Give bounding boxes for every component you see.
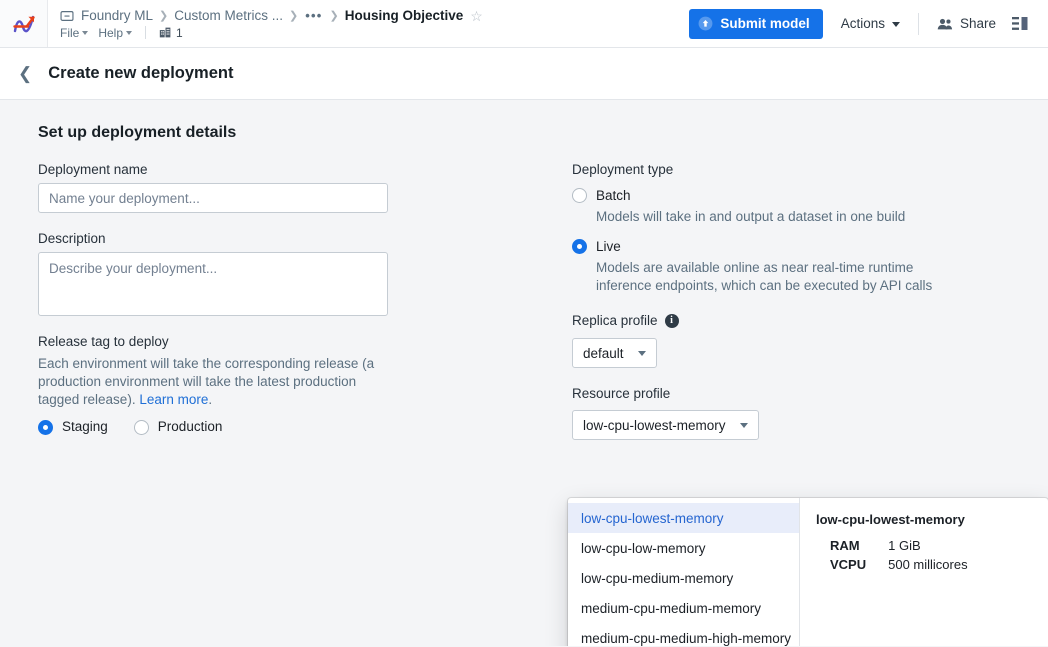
actions-button[interactable]: Actions bbox=[831, 9, 910, 39]
panel-toggle-icon bbox=[1012, 17, 1028, 30]
form-columns: Deployment name Description Release tag … bbox=[0, 162, 1048, 440]
radio-staging-indicator[interactable] bbox=[38, 420, 53, 435]
description-label: Description bbox=[38, 231, 106, 246]
release-helper-text-2: . bbox=[208, 392, 213, 407]
submit-model-button[interactable]: Submit model bbox=[689, 8, 823, 39]
resource-option-3[interactable]: medium-cpu-medium-memory bbox=[568, 593, 799, 623]
deployment-name-input[interactable] bbox=[38, 183, 388, 213]
resource-profile-label: Resource profile bbox=[572, 386, 671, 401]
menu-bar: File Help 1 bbox=[60, 26, 689, 40]
menu-file[interactable]: File bbox=[60, 25, 89, 40]
breadcrumb-separator: ❯ bbox=[159, 9, 169, 22]
learn-more-link[interactable]: Learn more bbox=[139, 392, 208, 407]
info-icon[interactable]: i bbox=[664, 313, 679, 328]
resource-detail-key-vcpu: VCPU bbox=[830, 557, 867, 572]
resource-profile-option-list: low-cpu-lowest-memory low-cpu-low-memory… bbox=[568, 498, 800, 646]
breadcrumb-separator: ❯ bbox=[289, 9, 299, 22]
resource-detail-key-ram: RAM bbox=[830, 538, 860, 553]
chevron-down-icon bbox=[637, 350, 646, 356]
menu-help[interactable]: Help bbox=[98, 25, 133, 40]
resource-option-1[interactable]: low-cpu-low-memory bbox=[568, 533, 799, 563]
branch-indicator[interactable]: 1 bbox=[159, 26, 183, 40]
deployment-type-live[interactable]: Live Models are available online as near… bbox=[572, 238, 1020, 295]
section-title: Set up deployment details bbox=[38, 124, 237, 141]
resource-option-0[interactable]: low-cpu-lowest-memory bbox=[568, 503, 799, 533]
table-row: RAM 1 GiB bbox=[816, 536, 968, 555]
replica-profile-select[interactable]: default bbox=[572, 338, 657, 368]
branch-icon bbox=[159, 27, 171, 38]
people-icon bbox=[937, 18, 953, 29]
page-title: Create new deployment bbox=[48, 64, 234, 82]
folder-icon bbox=[60, 9, 74, 23]
foundry-ml-logo-icon bbox=[12, 15, 35, 32]
radio-production-indicator[interactable] bbox=[133, 420, 149, 435]
breadcrumb-item-0[interactable]: Foundry ML bbox=[81, 8, 153, 24]
form-right-column: Deployment type Batch Models will take i… bbox=[560, 162, 1020, 440]
replica-profile-label-row: Replica profile i bbox=[572, 313, 1020, 328]
actions-divider bbox=[917, 12, 919, 35]
resource-profile-value: low-cpu-lowest-memory bbox=[583, 417, 726, 433]
page-subheader: ❮ Create new deployment bbox=[0, 48, 1048, 100]
deployment-name-label: Deployment name bbox=[38, 162, 148, 177]
resource-detail-title: low-cpu-lowest-memory bbox=[816, 512, 965, 527]
resource-profile-detail-panel: low-cpu-lowest-memory RAM 1 GiB VCPU 500… bbox=[800, 498, 1048, 646]
deployment-type-batch-desc: Models will take in and output a dataset… bbox=[596, 209, 906, 224]
breadcrumb-item-1[interactable]: Custom Metrics ... bbox=[174, 8, 283, 24]
chevron-down-icon bbox=[126, 31, 133, 35]
top-bar-actions: Submit model Actions Share bbox=[689, 0, 1048, 47]
breadcrumb-area: Foundry ML ❯ Custom Metrics ... ❯ ••• ❯ … bbox=[48, 0, 689, 47]
form-left-column: Deployment name Description Release tag … bbox=[0, 162, 560, 440]
deployment-type-live-title: Live bbox=[596, 239, 621, 254]
resource-option-2[interactable]: low-cpu-medium-memory bbox=[568, 563, 799, 593]
resource-profile-select[interactable]: low-cpu-lowest-memory bbox=[572, 410, 759, 440]
back-button[interactable]: ❮ bbox=[14, 63, 36, 84]
resource-detail-table: RAM 1 GiB VCPU 500 millicores bbox=[816, 536, 968, 574]
replica-profile-label: Replica profile bbox=[572, 313, 658, 328]
submit-model-label: Submit model bbox=[720, 16, 810, 31]
chevron-down-icon bbox=[891, 21, 900, 27]
radio-staging-label: Staging bbox=[62, 419, 108, 434]
release-tag-label: Release tag to deploy bbox=[38, 334, 169, 349]
resource-option-4[interactable]: medium-cpu-medium-high-memory bbox=[568, 623, 799, 646]
share-label: Share bbox=[959, 16, 996, 31]
favorite-star-icon[interactable]: ☆ bbox=[470, 9, 483, 23]
menu-help-label: Help bbox=[98, 25, 124, 40]
deployment-type-batch[interactable]: Batch Models will take in and output a d… bbox=[572, 187, 1020, 226]
radio-staging[interactable]: Staging bbox=[38, 419, 108, 435]
deployment-type-batch-title: Batch bbox=[596, 188, 631, 203]
radio-production-label: Production bbox=[157, 419, 223, 434]
breadcrumb-separator: ❯ bbox=[329, 9, 339, 22]
menu-file-label: File bbox=[60, 25, 80, 40]
share-button[interactable]: Share bbox=[927, 9, 1006, 39]
chevron-down-icon bbox=[739, 422, 748, 428]
deployment-type-live-desc: Models are available online as near real… bbox=[596, 260, 933, 293]
radio-production[interactable]: Production bbox=[133, 419, 223, 435]
main-content: Set up deployment details Deployment nam… bbox=[0, 100, 1048, 646]
resource-detail-value-vcpu: 500 millicores bbox=[888, 557, 968, 572]
breadcrumb-current: Housing Objective bbox=[344, 7, 464, 23]
radio-live-indicator[interactable] bbox=[572, 239, 587, 254]
deployment-type-label: Deployment type bbox=[572, 162, 674, 177]
panel-toggle-button[interactable] bbox=[1006, 9, 1036, 39]
table-row: VCPU 500 millicores bbox=[816, 555, 968, 574]
menu-divider bbox=[145, 26, 147, 39]
upload-circle-icon bbox=[698, 16, 713, 31]
actions-label: Actions bbox=[840, 16, 885, 31]
replica-profile-value: default bbox=[583, 345, 624, 361]
resource-profile-dropdown: low-cpu-lowest-memory low-cpu-low-memory… bbox=[568, 498, 1048, 646]
app-logo[interactable] bbox=[0, 0, 48, 47]
resource-detail-value-ram: 1 GiB bbox=[888, 538, 921, 553]
breadcrumb-overflow[interactable]: ••• bbox=[304, 8, 323, 24]
chevron-down-icon bbox=[82, 31, 89, 35]
release-tag-radio-group: Staging Production bbox=[38, 419, 560, 435]
release-tag-helper: Each environment will take the correspon… bbox=[38, 355, 383, 409]
radio-batch-indicator[interactable] bbox=[572, 188, 587, 203]
top-bar: Foundry ML ❯ Custom Metrics ... ❯ ••• ❯ … bbox=[0, 0, 1048, 48]
description-textarea[interactable] bbox=[38, 252, 388, 316]
breadcrumb: Foundry ML ❯ Custom Metrics ... ❯ ••• ❯ … bbox=[60, 8, 689, 24]
branch-count: 1 bbox=[176, 25, 183, 40]
